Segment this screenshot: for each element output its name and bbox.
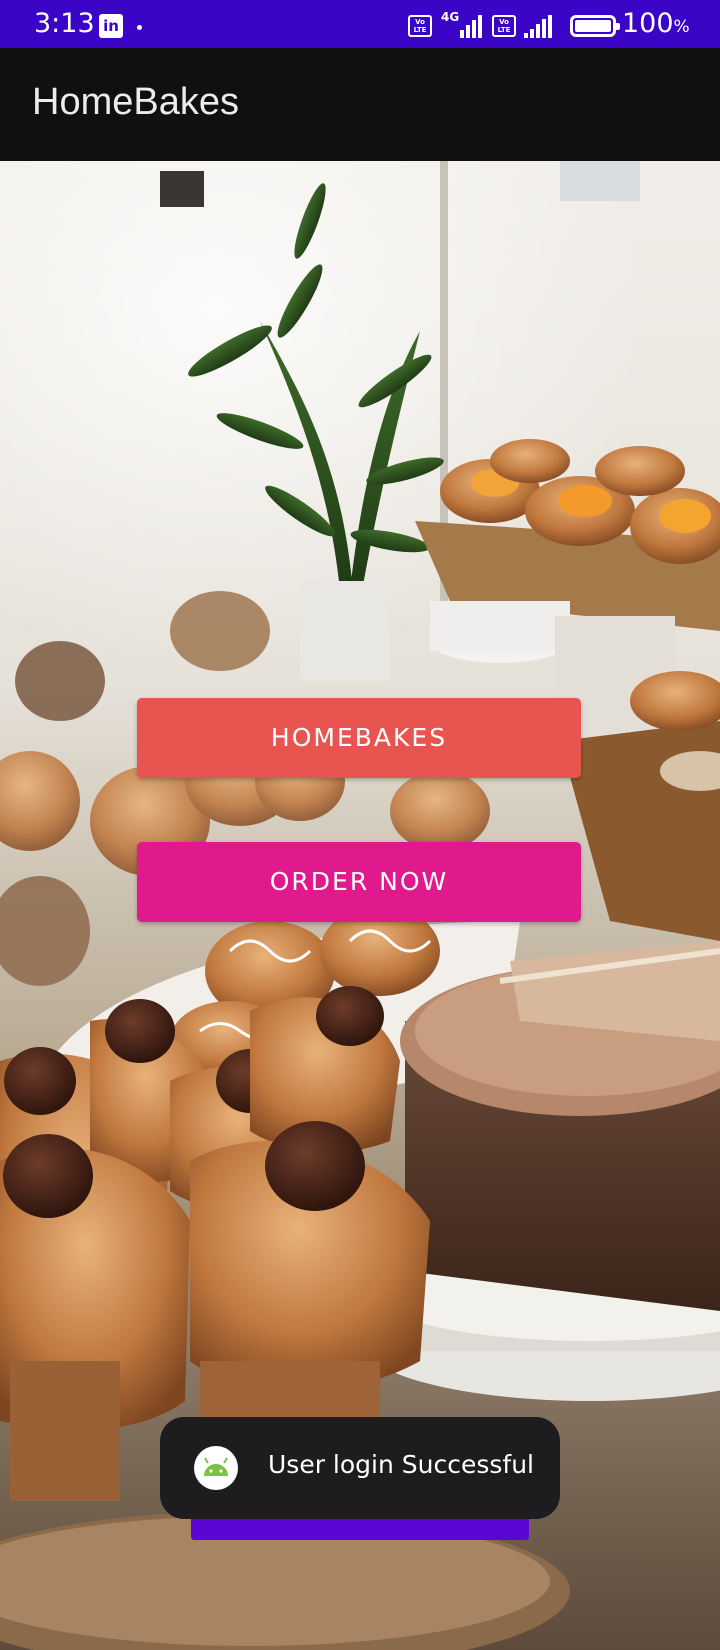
signal-strength-icon	[460, 15, 482, 38]
toast-accent-bar	[191, 1519, 529, 1540]
app-title: HomeBakes	[32, 81, 239, 123]
app-bar: HomeBakes	[0, 48, 720, 161]
battery-icon	[570, 15, 620, 37]
status-time: 3:13	[34, 8, 95, 39]
order-now-button[interactable]: ORDER NOW	[137, 842, 581, 922]
notification-dot-icon	[137, 25, 142, 30]
toast-message: User login Successful	[160, 1417, 560, 1519]
battery-level: 100%	[622, 8, 690, 39]
toast-text: User login Successful	[268, 1450, 535, 1479]
android-icon	[194, 1446, 238, 1490]
volte-icon: Vo LTE	[408, 15, 432, 37]
volte-icon: Vo LTE	[492, 15, 516, 37]
linkedin-icon: in	[99, 14, 123, 38]
signal-strength-icon	[524, 15, 552, 38]
homebakes-button[interactable]: HOMEBAKES	[137, 698, 581, 778]
status-bar: 3:13 in Vo LTE 4G Vo LTE 100%	[0, 0, 720, 48]
